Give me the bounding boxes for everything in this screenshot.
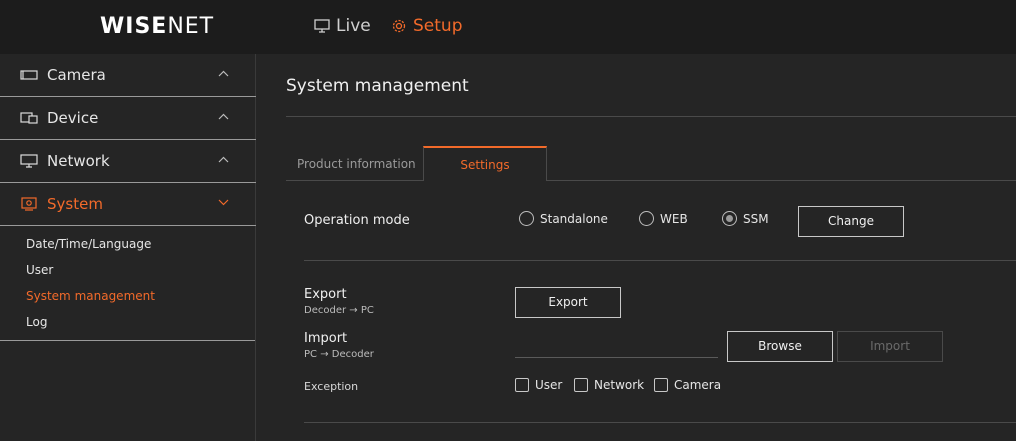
export-title: Export [304,287,347,302]
chevron-up-icon [218,70,229,77]
menu-device-label: Device [47,109,99,127]
checkbox-user[interactable]: User [515,378,562,392]
system-submenu: Date/Time/Language User System managemen… [0,226,255,341]
change-button[interactable]: Change [798,206,904,237]
menu-system-label: System [47,195,103,213]
checkbox-camera[interactable]: Camera [654,378,721,392]
menu-camera[interactable]: Camera [0,54,256,97]
radio-circle [519,211,534,226]
chevron-down-icon [218,199,229,206]
radio-ssm[interactable]: SSM [722,211,769,226]
device-icon [20,112,38,124]
checkbox-box [654,378,668,392]
import-subtitle: PC → Decoder [304,349,374,360]
tab-product-information[interactable]: Product information [297,157,416,171]
tab-bar-line-left [286,180,423,181]
import-button[interactable]: Import [837,331,943,362]
submenu-log[interactable]: Log [26,309,255,335]
system-icon [21,197,37,211]
browse-button[interactable]: Browse [727,331,833,362]
wisenet-logo: WISENET [100,14,215,39]
radio-web[interactable]: WEB [639,211,688,226]
tab-settings[interactable]: Settings [423,146,547,181]
radio-circle [639,211,654,226]
menu-network-label: Network [47,152,110,170]
radio-label: WEB [660,211,688,226]
gear-icon [392,19,406,33]
operation-mode-label: Operation mode [304,213,410,228]
submenu-date-time-language[interactable]: Date/Time/Language [26,231,255,257]
checkbox-box [574,378,588,392]
checkbox-label: Camera [674,378,722,392]
sidebar: Camera Device Network System Date/Time/L… [0,54,256,441]
page-title: System management [286,76,469,96]
menu-camera-label: Camera [47,66,106,84]
checkbox-network[interactable]: Network [574,378,644,392]
radio-circle-selected [722,211,737,226]
export-subtitle: Decoder → PC [304,305,374,316]
submenu-user[interactable]: User [26,257,255,283]
tab-bar-line-right [547,180,1016,181]
menu-system[interactable]: System [0,183,256,226]
radio-label: Standalone [540,211,608,226]
checkbox-label: Network [594,378,645,392]
chevron-up-icon [218,156,229,163]
nav-setup-label: Setup [413,16,463,36]
menu-network[interactable]: Network [0,140,256,183]
file-path-field[interactable] [515,357,718,358]
nav-live[interactable]: Live [314,16,371,36]
nav-live-label: Live [336,16,371,36]
submenu-system-management[interactable]: System management [26,283,255,309]
monitor-icon [314,19,330,33]
menu-device[interactable]: Device [0,97,256,140]
checkbox-label: User [535,378,563,392]
exception-label: Exception [304,380,359,393]
radio-label: SSM [743,211,769,226]
bottom-divider [304,422,1016,423]
export-button[interactable]: Export [515,287,621,318]
radio-standalone[interactable]: Standalone [519,211,608,226]
title-divider [286,116,1016,117]
import-title: Import [304,331,348,346]
network-icon [20,154,38,168]
camera-icon [20,70,38,80]
section-divider [304,260,1016,261]
chevron-up-icon [218,113,229,120]
nav-setup[interactable]: Setup [391,16,462,36]
checkbox-box [515,378,529,392]
